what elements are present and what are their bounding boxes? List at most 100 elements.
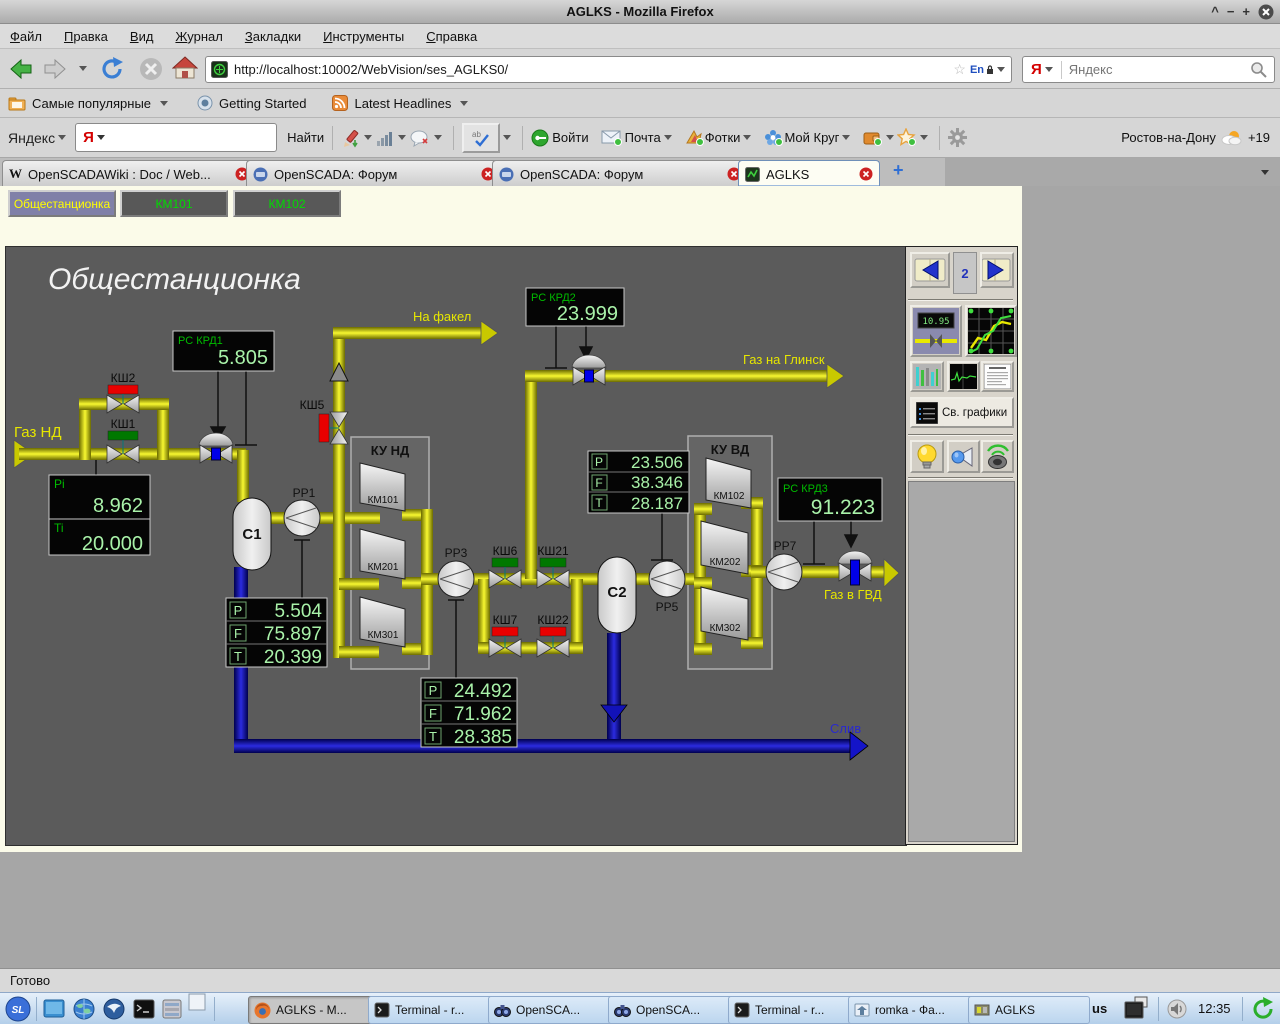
home-icon[interactable]	[172, 55, 198, 81]
comments-icon[interactable]	[409, 129, 431, 147]
edit-icon[interactable]	[341, 128, 361, 148]
maximize-button[interactable]: +	[1242, 0, 1250, 24]
wallet-dropdown-icon[interactable]	[886, 135, 894, 140]
window-titlebar[interactable]: AGLKS - Mozilla Firefox ^ − +	[0, 0, 1280, 24]
close-tab-icon[interactable]	[859, 167, 873, 181]
task-openscada-2[interactable]: OpenSCA...	[608, 996, 733, 1024]
spellcheck-dropdown-icon[interactable]	[503, 135, 511, 140]
scada-tab-km102[interactable]: КМ102	[233, 190, 341, 217]
regulator-rr1[interactable]: РР1	[284, 486, 320, 536]
yandex-search-field[interactable]: Я	[75, 123, 277, 152]
yandex-brand-dropdown-icon[interactable]	[58, 135, 66, 140]
panel-view-button[interactable]	[910, 361, 944, 392]
search-icon[interactable]	[1250, 61, 1268, 79]
task-aglks-vision[interactable]: AGLKS	[968, 996, 1090, 1024]
back-icon[interactable]	[8, 57, 34, 81]
sticky-note-icon[interactable]	[188, 993, 206, 1011]
menu-edit[interactable]: Правка	[64, 29, 108, 44]
task-aglks-firefox[interactable]: AGLKS - M...	[248, 996, 373, 1024]
krd2-display[interactable]: РС КРД2 23.999	[526, 288, 624, 326]
tab-aglks[interactable]: AGLKS	[738, 160, 880, 187]
menu-tools[interactable]: Инструменты	[323, 29, 404, 44]
keyboard-layout[interactable]: us	[1092, 1001, 1107, 1016]
search-engine-dropdown-icon[interactable]	[1045, 67, 1053, 72]
spellcheck-button[interactable]: ab	[462, 123, 500, 153]
moi-krug-link[interactable]: Мой Круг	[784, 130, 839, 145]
weather-temp[interactable]: +19	[1248, 130, 1270, 145]
horn-button[interactable]	[947, 440, 980, 473]
mail-dropdown-icon[interactable]	[664, 135, 672, 140]
volume-icon[interactable]	[1166, 998, 1190, 1020]
popular-dropdown-icon[interactable]	[160, 101, 168, 106]
control-valve-krd2[interactable]	[572, 355, 606, 385]
trend-view-button[interactable]	[965, 305, 1017, 357]
gear-icon[interactable]	[948, 128, 967, 147]
menu-help[interactable]: Справка	[426, 29, 477, 44]
bookmark-star-icon[interactable]: ☆	[953, 61, 966, 78]
scada-tab-km101[interactable]: КМ101	[120, 190, 228, 217]
bookmark-getting-started[interactable]: Getting Started	[219, 96, 306, 111]
yandex-find-button[interactable]: Найти	[287, 130, 324, 145]
forward-icon[interactable]	[42, 57, 68, 81]
thunderbird-icon[interactable]	[102, 997, 126, 1021]
start-menu-icon[interactable]: SL	[5, 996, 31, 1022]
pft-display-kuvd[interactable]: P 23.506 F 38.346 T 28.187	[588, 451, 689, 513]
task-openscada-1[interactable]: OpenSCA...	[488, 996, 613, 1024]
next-page-button[interactable]	[980, 252, 1014, 288]
tab-openscadawiki[interactable]: W OpenSCADAWiki : Doc / Web...	[2, 160, 256, 187]
search-input[interactable]	[1067, 61, 1250, 78]
terminal-launcher-icon[interactable]	[132, 997, 156, 1021]
inlet-display[interactable]: Pi 8.962 Ti 20.000	[49, 475, 150, 555]
updates-refresh-icon[interactable]	[1250, 996, 1276, 1022]
yandex-brand[interactable]: Яндекс	[8, 130, 55, 146]
task-file-manager[interactable]: romka - Фа...	[848, 996, 973, 1024]
krug-dropdown-icon[interactable]	[842, 135, 850, 140]
tab-forum-2[interactable]: OpenSCADA: Форум	[492, 160, 748, 187]
photos-dropdown-icon[interactable]	[743, 135, 751, 140]
headlines-dropdown-icon[interactable]	[460, 101, 468, 106]
traffic-bars-icon[interactable]	[375, 129, 395, 147]
document-view-button[interactable]	[981, 361, 1014, 392]
login-link[interactable]: Войти	[552, 130, 588, 145]
url-dropdown-icon[interactable]	[997, 67, 1005, 72]
tab-forum-1[interactable]: OpenSCADA: Форум	[246, 160, 502, 187]
regulator-rr5[interactable]: РР5	[649, 561, 685, 614]
clock[interactable]: 12:35	[1198, 1001, 1231, 1016]
mimic-diagram[interactable]: КУ НД КУ ВД	[5, 246, 907, 846]
bookmark-popular[interactable]: Самые популярные	[32, 96, 151, 111]
free-graphs-button[interactable]: Св. графики	[910, 397, 1014, 428]
new-tab-button[interactable]: +	[893, 160, 904, 181]
stop-icon[interactable]	[138, 56, 164, 82]
comments-dropdown-icon[interactable]	[434, 135, 442, 140]
speaker-button[interactable]	[981, 440, 1014, 473]
workspace-pager-icon[interactable]	[1122, 996, 1150, 1022]
separator-s1[interactable]: С1	[233, 498, 271, 570]
control-valve-krd1[interactable]	[199, 433, 233, 463]
wallet-icon[interactable]	[863, 129, 883, 147]
close-icon[interactable]	[1258, 4, 1274, 20]
web-browser-icon[interactable]	[72, 997, 96, 1021]
lang-badge[interactable]: En	[970, 64, 984, 76]
scada-tab-overview[interactable]: Общестанционка	[8, 190, 116, 217]
prev-page-button[interactable]	[910, 252, 950, 288]
krd3-display[interactable]: РС КРД3 91.223	[778, 478, 882, 521]
menu-bookmarks[interactable]: Закладки	[245, 29, 301, 44]
package-manager-icon[interactable]	[160, 997, 184, 1021]
lamp-button[interactable]	[910, 440, 944, 473]
tab-list-icon[interactable]	[1261, 170, 1269, 175]
url-bar[interactable]: http://localhost:10002/WebVision/ses_AGL…	[205, 56, 1012, 83]
pft-display-s2[interactable]: P 24.492 F 71.962 T 28.385	[421, 678, 517, 748]
control-valve-krd3[interactable]	[838, 551, 872, 585]
regulator-rr3[interactable]: РР3	[438, 546, 474, 597]
shade-button[interactable]: ^	[1211, 0, 1219, 24]
mail-link[interactable]: Почта	[625, 130, 661, 145]
bars-dropdown-icon[interactable]	[398, 135, 406, 140]
krd1-display[interactable]: РС КРД1 5.805	[173, 331, 274, 371]
menu-file[interactable]: Файл	[10, 29, 42, 44]
mnemo-view-button[interactable]: 10.95	[910, 305, 962, 357]
task-terminal-1[interactable]: Terminal - r...	[368, 996, 493, 1024]
reload-icon[interactable]	[100, 56, 126, 82]
menu-view[interactable]: Вид	[130, 29, 154, 44]
menu-history[interactable]: Журнал	[175, 29, 222, 44]
separator-s2[interactable]: С2	[598, 557, 636, 633]
